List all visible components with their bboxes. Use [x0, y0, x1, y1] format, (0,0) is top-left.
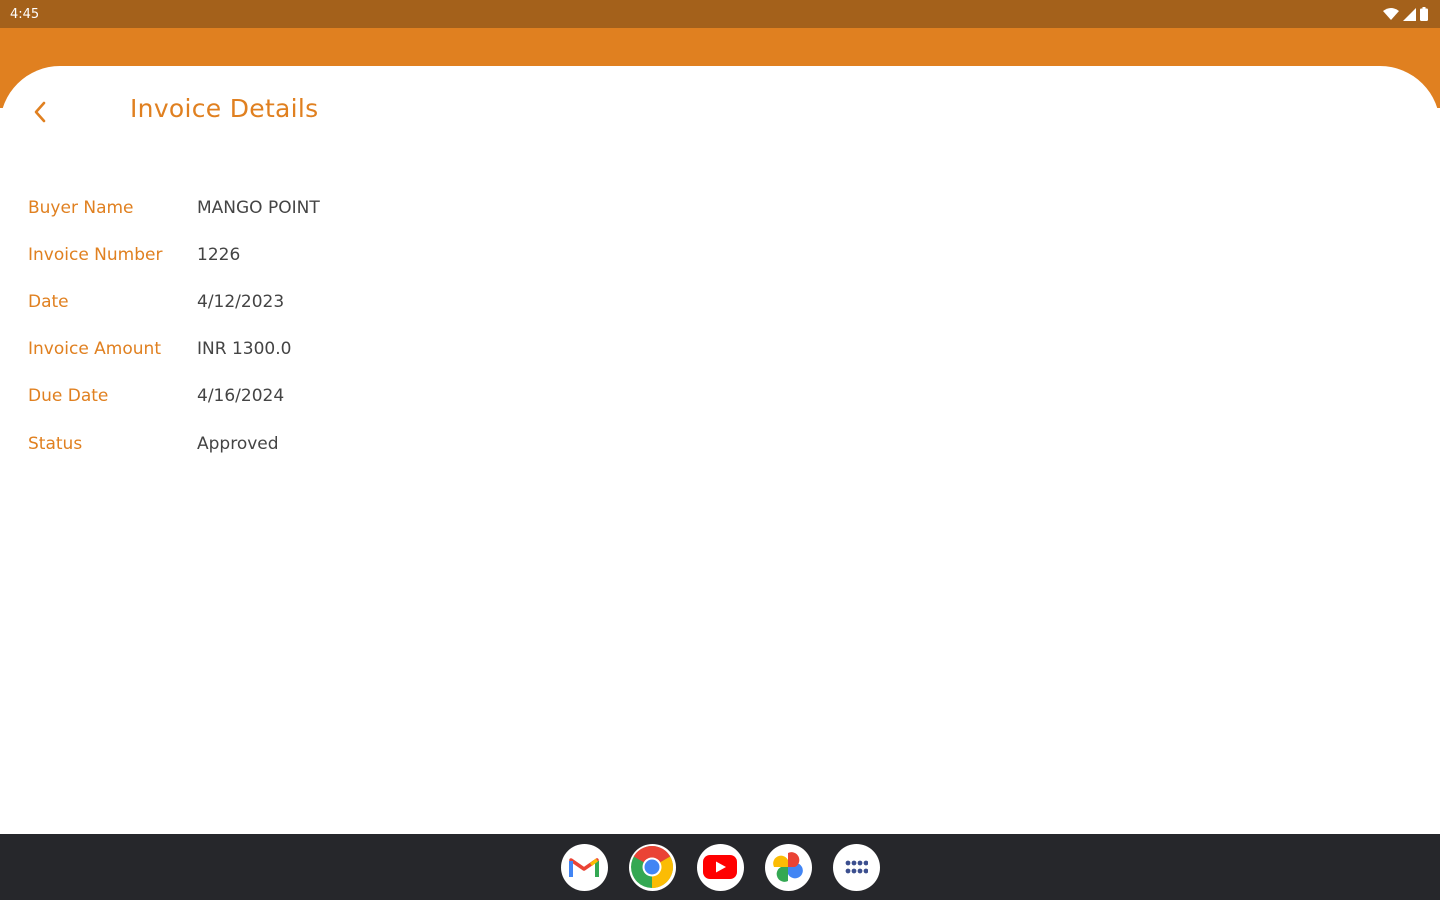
- detail-row-due-date: Due Date 4/16/2024: [28, 373, 320, 420]
- app-drawer-icon[interactable]: [832, 843, 880, 891]
- detail-label: Due Date: [28, 386, 109, 407]
- gmail-icon[interactable]: [560, 843, 608, 891]
- cellular-icon: [1403, 7, 1416, 21]
- detail-row-date: Date 4/12/2023: [28, 278, 320, 325]
- chrome-icon[interactable]: [628, 843, 676, 891]
- page-title: Invoice Details: [130, 94, 319, 123]
- detail-label: Status: [28, 433, 83, 454]
- detail-label: Buyer Name: [28, 197, 134, 218]
- detail-label: Invoice Number: [28, 244, 163, 265]
- status-time: 4:45: [10, 6, 40, 22]
- wifi-icon: [1383, 7, 1399, 20]
- status-icons: [1383, 7, 1428, 21]
- status-bar: 4:45: [0, 0, 1440, 28]
- taskbar: [0, 834, 1440, 900]
- youtube-icon[interactable]: [696, 843, 744, 891]
- battery-icon: [1420, 7, 1428, 21]
- detail-row-invoice-amount: Invoice Amount INR 1300.0: [28, 326, 320, 373]
- detail-value: Approved: [197, 433, 279, 454]
- photos-icon[interactable]: [764, 843, 812, 891]
- detail-row-invoice-number: Invoice Number 1226: [28, 231, 320, 278]
- detail-value: 1226: [197, 244, 241, 265]
- invoice-details: Buyer Name MANGO POINT Invoice Number 12…: [28, 184, 320, 467]
- detail-row-status: Status Approved: [28, 420, 320, 467]
- detail-label: Invoice Amount: [28, 339, 161, 360]
- detail-value: INR 1300.0: [197, 339, 292, 360]
- detail-label: Date: [28, 291, 69, 312]
- detail-value: 4/12/2023: [197, 291, 285, 312]
- chevron-left-icon: [34, 101, 46, 123]
- detail-row-buyer-name: Buyer Name MANGO POINT: [28, 184, 320, 231]
- back-button[interactable]: [24, 96, 56, 128]
- detail-value: 4/16/2024: [197, 386, 285, 407]
- detail-value: MANGO POINT: [197, 197, 320, 218]
